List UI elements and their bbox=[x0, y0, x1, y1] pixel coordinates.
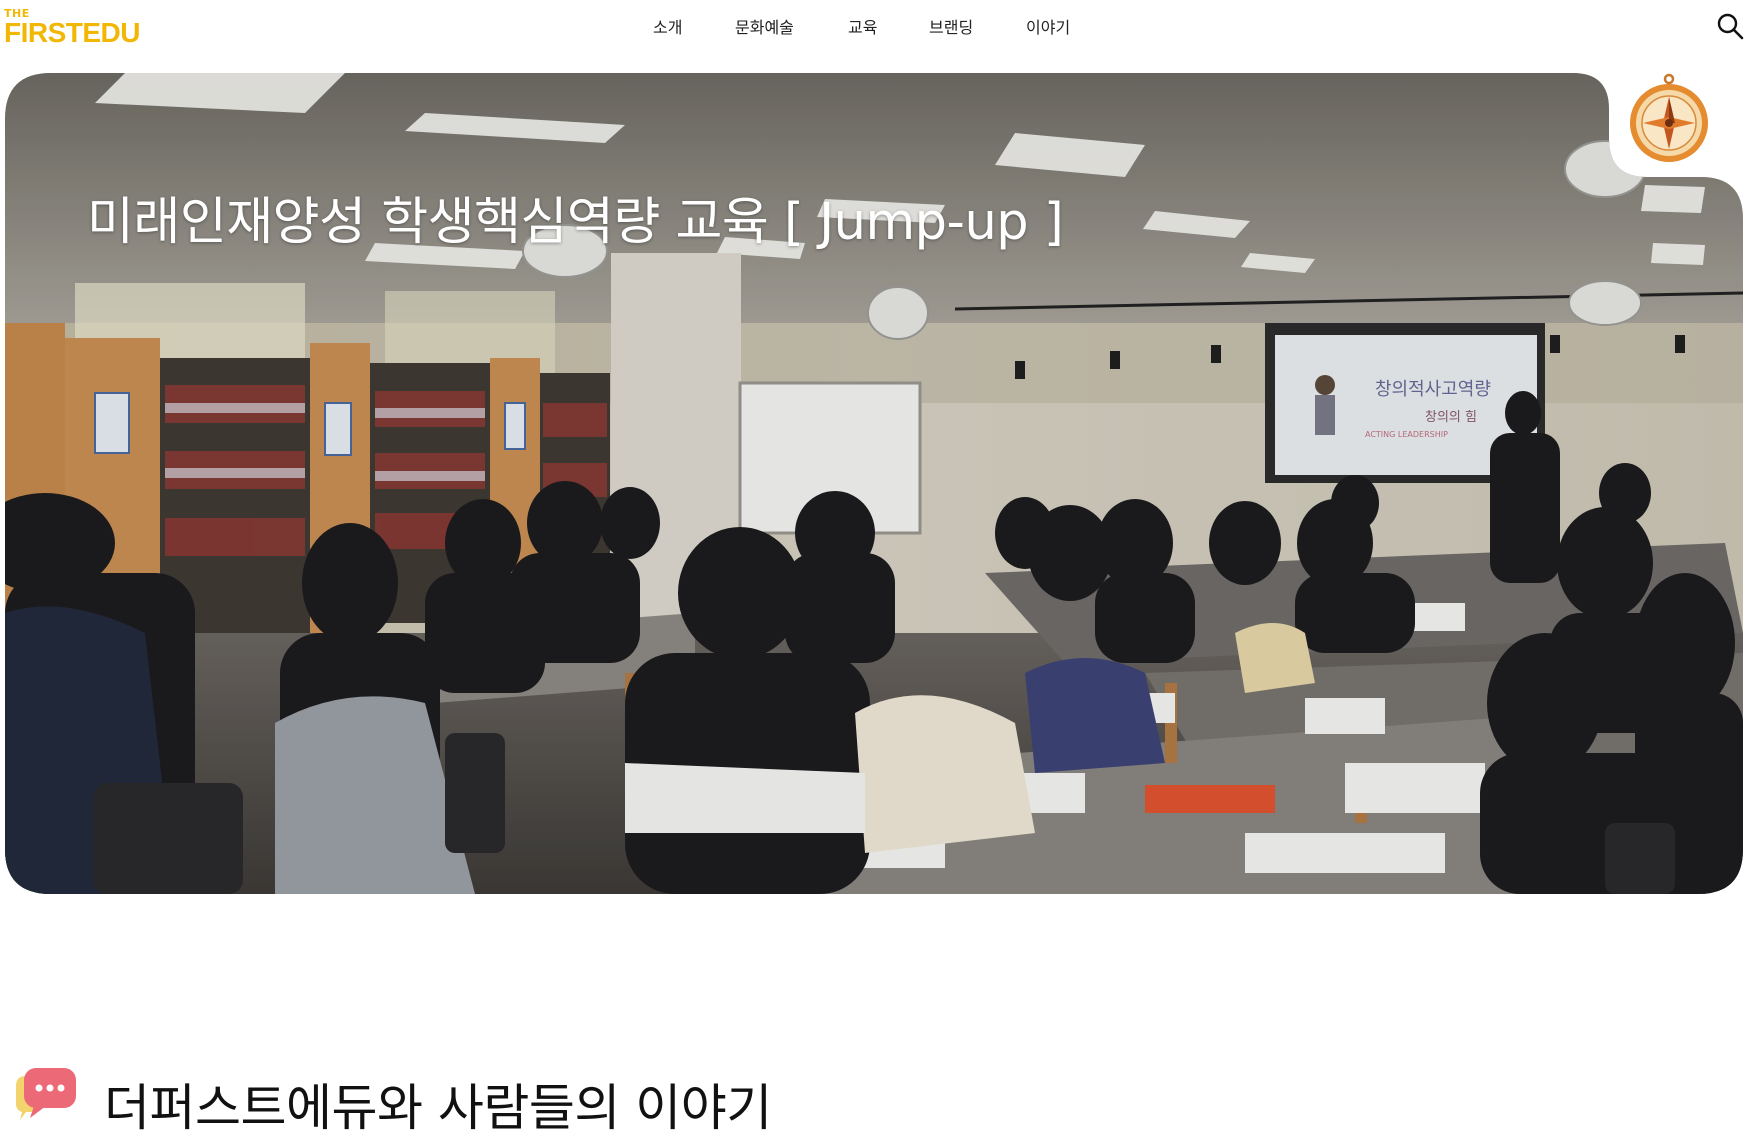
compass-icon[interactable] bbox=[1628, 73, 1710, 165]
site-header: THE FIRSTEDU 소개 문화예술 교육 브랜딩 이야기 bbox=[0, 0, 1752, 56]
main-nav: 소개 문화예술 교육 브랜딩 이야기 bbox=[0, 14, 1752, 38]
hero-title: 미래인재양성 학생핵심역량 교육 [ Jump-up ] bbox=[87, 193, 1064, 252]
search-icon[interactable] bbox=[1716, 12, 1744, 40]
nav-item-branding[interactable]: 브랜딩 bbox=[929, 14, 973, 38]
section-title: 더퍼스트에듀와 사람들의 이야기 bbox=[104, 1079, 772, 1137]
nav-item-story[interactable]: 이야기 bbox=[1026, 14, 1070, 38]
nav-item-intro[interactable]: 소개 bbox=[653, 14, 682, 38]
nav-item-education[interactable]: 교육 bbox=[848, 14, 877, 38]
section-header: 더퍼스트에듀와 사람들의 이야기 bbox=[12, 1060, 912, 1137]
nav-item-culture-arts[interactable]: 문화예술 bbox=[735, 14, 794, 38]
chat-bubble-icon bbox=[16, 1068, 76, 1120]
hero-banner[interactable]: 창의적사고역량 창의의 힘 ACTING LEADERSHIP 미래인재양성 학… bbox=[5, 73, 1743, 894]
